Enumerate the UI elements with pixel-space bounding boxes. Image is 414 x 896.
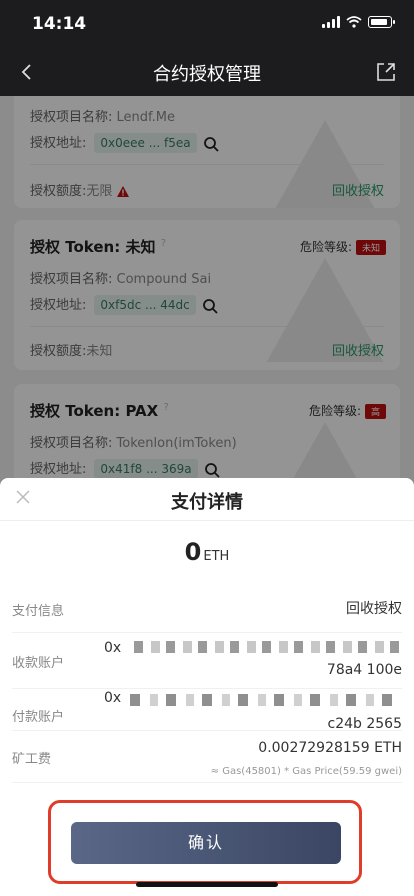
top-bar: 14:14 合约授权管理 (0, 0, 414, 100)
confirm-button[interactable]: 确认 (71, 822, 341, 864)
payment-details-sheet: 支付详情 0 ETH 支付信息 回收授权 收款账户 0x 78a4 100e 付款… (0, 478, 414, 896)
header: 合约授权管理 (0, 48, 414, 96)
receiver-suffix: 78a4 100e (326, 662, 402, 678)
status-bar: 14:14 (0, 0, 414, 48)
confirm-highlight: 确认 (48, 800, 362, 884)
payment-info-row: 支付信息 回收授权 (12, 598, 402, 632)
sheet-title: 支付详情 (171, 492, 243, 513)
amount-unit: ETH (203, 549, 230, 564)
payment-info-label: 支付信息 (12, 604, 65, 619)
redacted-address (130, 694, 402, 706)
receiver-label: 收款账户 (12, 656, 65, 671)
payment-amount: 0 ETH (0, 538, 414, 566)
modal-overlay[interactable] (0, 96, 414, 486)
gas-detail: ≈ Gas(45801) * Gas Price(59.59 gwei) (210, 766, 402, 777)
amount-value: 0 (184, 538, 202, 566)
page-title: 合约授权管理 (153, 64, 261, 85)
payment-info-value: 回收授权 (346, 601, 402, 617)
share-icon[interactable] (372, 58, 400, 86)
receiver-row: 收款账户 0x 78a4 100e (12, 636, 402, 688)
home-indicator (136, 882, 278, 887)
receiver-prefix: 0x (104, 640, 122, 656)
miner-fee-row: 矿工费 0.00272928159 ETH ≈ Gas(45801) * Gas… (12, 736, 402, 788)
wifi-icon (346, 16, 362, 28)
fee-label: 矿工费 (12, 752, 52, 767)
redacted-address (134, 641, 402, 653)
battery-icon (368, 16, 395, 28)
payer-label: 付款账户 (12, 710, 65, 725)
status-icons (322, 16, 395, 28)
status-time: 14:14 (32, 14, 87, 34)
payer-prefix: 0x (104, 690, 122, 706)
fee-value: 0.00272928159 ETH (258, 740, 402, 756)
payer-row: 付款账户 0x c24b 2565 (12, 690, 402, 742)
signal-icon (322, 16, 340, 28)
